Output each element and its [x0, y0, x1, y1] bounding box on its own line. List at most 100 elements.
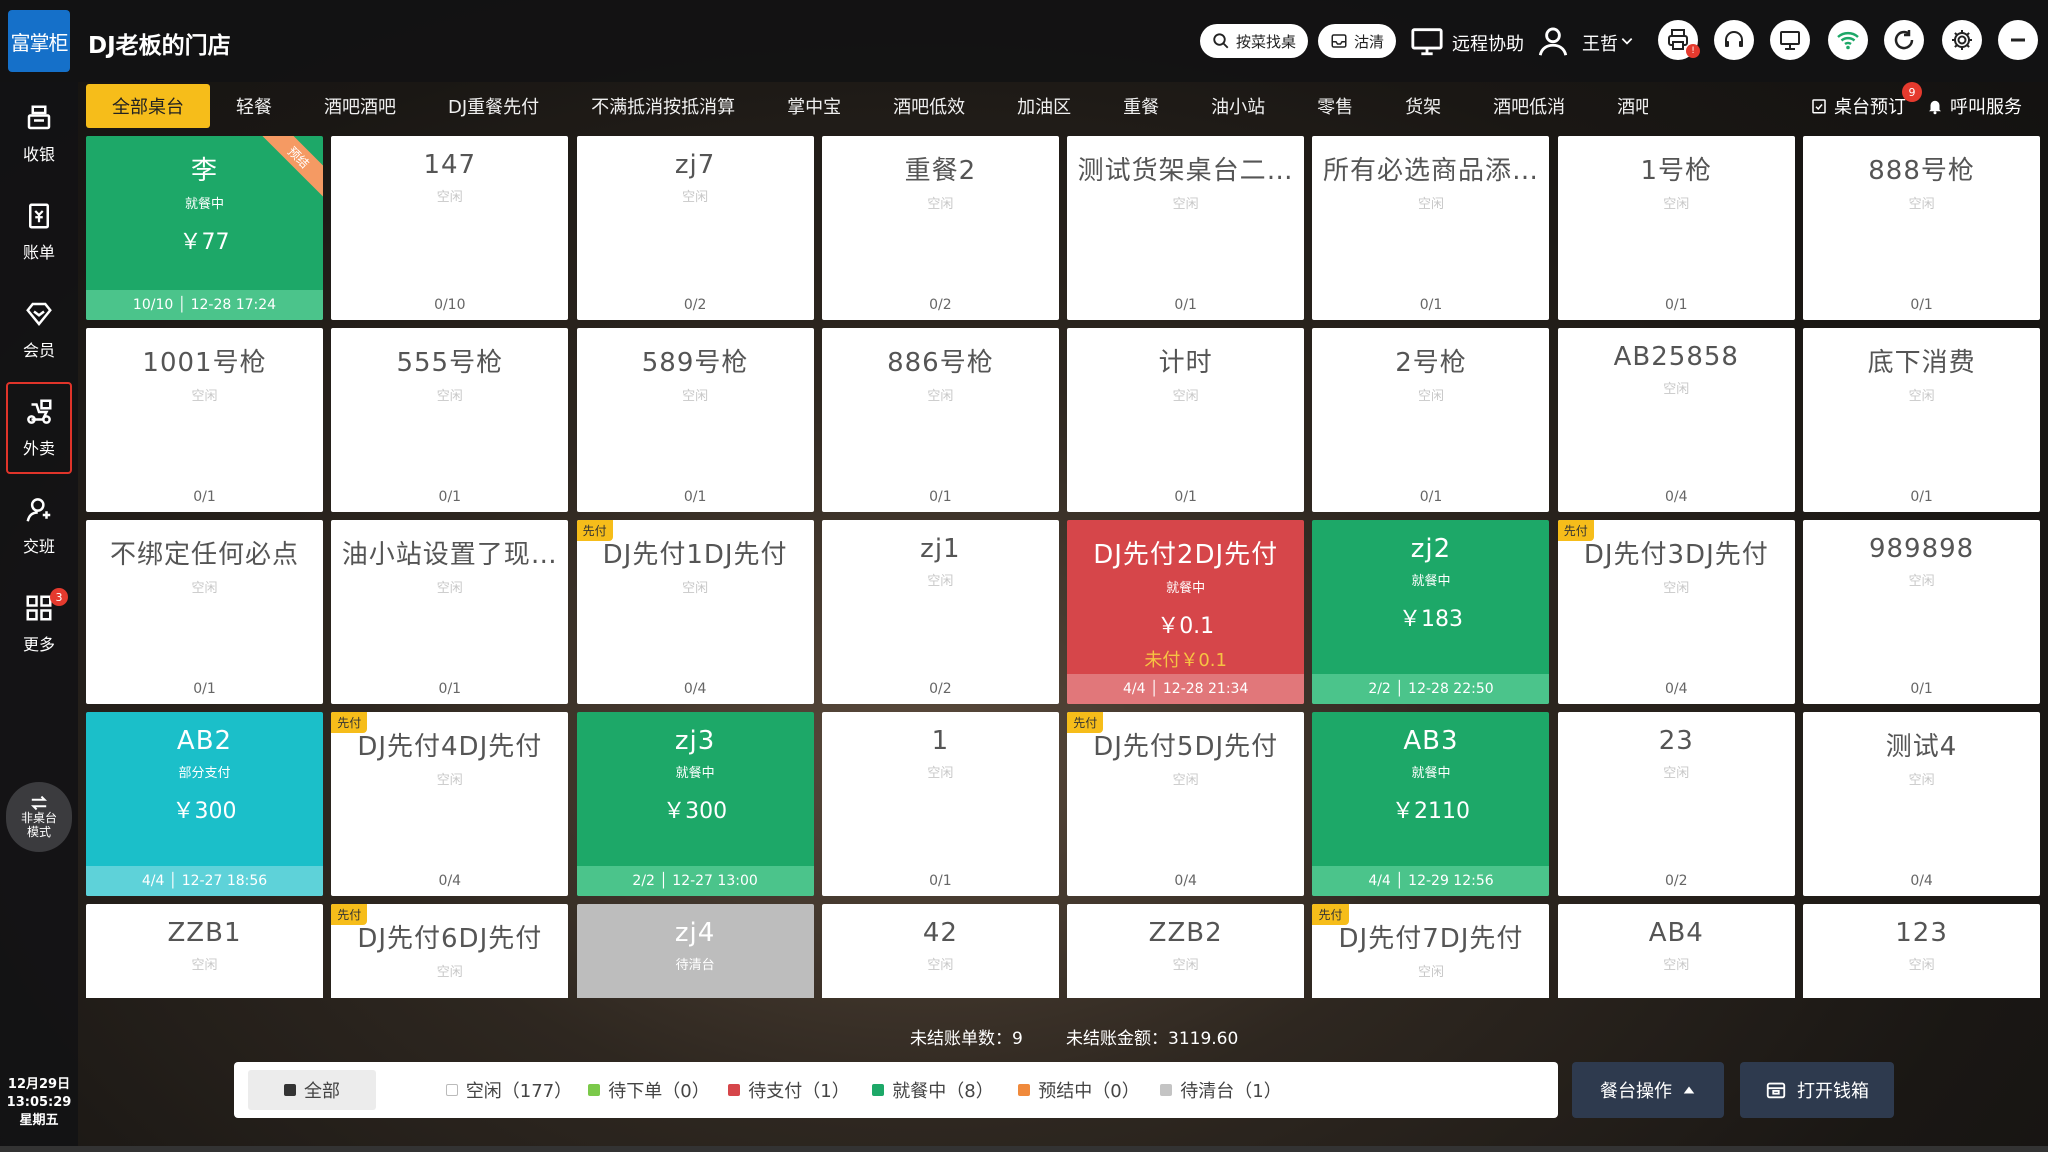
- table-name: 42: [922, 918, 958, 948]
- filter-3[interactable]: 待支付（1）: [714, 1070, 864, 1110]
- remote-assist-link[interactable]: 远程协助: [1452, 30, 1524, 56]
- table-card[interactable]: 589号枪 空闲 0/1: [576, 328, 814, 512]
- minimize-button[interactable]: [1998, 20, 2038, 60]
- table-guests-time: 0/10: [434, 297, 466, 313]
- table-card[interactable]: zj1 空闲 0/2: [821, 520, 1059, 704]
- filter-4[interactable]: 就餐中（8）: [858, 1070, 1008, 1110]
- table-card[interactable]: 测试4 空闲 0/4: [1803, 712, 2041, 896]
- tab-0[interactable]: 全部桌台: [86, 84, 210, 128]
- tab-11[interactable]: 货架: [1379, 84, 1467, 128]
- table-card[interactable]: 不绑定任何必点 空闲 0/1: [86, 520, 323, 704]
- table-card[interactable]: 23 空闲 0/2: [1557, 712, 1795, 896]
- table-card[interactable]: 测试货架桌台二… 空闲 0/1: [1067, 136, 1305, 320]
- table-card[interactable]: AB25858 空闲 0/4: [1557, 328, 1795, 512]
- table-card[interactable]: 底下消费 空闲 0/1: [1803, 328, 2041, 512]
- sidebar-item-label: 收银: [22, 145, 55, 164]
- call-service-button[interactable]: 呼叫服务: [1926, 84, 2022, 128]
- table-card[interactable]: DJ先付5DJ先付 空闲 0/4 先付: [1067, 712, 1305, 896]
- table-guests-time: 0/1: [683, 489, 707, 505]
- table-card[interactable]: zj7 空闲 0/2: [576, 136, 814, 320]
- tab-5[interactable]: 掌中宝: [761, 84, 867, 128]
- table-card[interactable]: DJ先付2DJ先付 就餐中 ￥0.1 未付￥0.1 4/4 │ 12-28 21:34: [1067, 520, 1305, 704]
- sidebar-item-bills[interactable]: 账单: [6, 186, 72, 278]
- refresh-button[interactable]: [1884, 20, 1924, 60]
- tab-8[interactable]: 重餐: [1097, 84, 1185, 128]
- table-card[interactable]: AB3 就餐中 ￥2110 4/4 │ 12-29 12:56: [1312, 712, 1550, 896]
- table-card[interactable]: AB2 部分支付 ￥300 4/4 │ 12-27 18:56: [86, 712, 323, 896]
- support-button[interactable]: [1714, 20, 1754, 60]
- table-guests-time: 0/1: [193, 489, 216, 505]
- filter-label: 待下单（0）: [608, 1081, 710, 1102]
- sidebar-item-cashier[interactable]: 收银: [6, 88, 72, 180]
- table-card[interactable]: 42 空闲: [821, 904, 1059, 998]
- table-card[interactable]: DJ先付3DJ先付 空闲 0/4 先付: [1557, 520, 1795, 704]
- filter-2[interactable]: 待下单（0）: [574, 1070, 724, 1110]
- clean-button[interactable]: 沽清: [1318, 24, 1397, 58]
- tab-6[interactable]: 酒吧低效: [867, 84, 991, 128]
- table-card[interactable]: 147 空闲 0/10: [331, 136, 569, 320]
- table-card[interactable]: DJ先付4DJ先付 空闲 0/4 先付: [331, 712, 569, 896]
- table-status: 空闲: [1663, 766, 1690, 781]
- table-card[interactable]: 重餐2 空闲 0/2: [821, 136, 1059, 320]
- open-cashbox-button[interactable]: 打开钱箱: [1740, 1062, 1894, 1118]
- table-card[interactable]: 555号枪 空闲 0/1: [331, 328, 569, 512]
- table-card[interactable]: 李就餐中 ￥77 10/10 │ 12-28 17:24 预结: [86, 136, 323, 320]
- tab-1[interactable]: 轻餐: [210, 84, 298, 128]
- table-card[interactable]: zj4 待清台: [576, 904, 814, 998]
- table-card[interactable]: DJ先付1DJ先付 空闲 0/4 先付: [576, 520, 814, 704]
- user-name[interactable]: 王哲: [1582, 30, 1618, 56]
- table-card[interactable]: 888号枪 空闲 0/1: [1803, 136, 2041, 320]
- sidebar-item-more[interactable]: 更多 3: [6, 578, 72, 670]
- tab-3[interactable]: DJ重餐先付: [422, 84, 565, 128]
- search-dish-button[interactable]: 按菜找桌: [1200, 24, 1309, 58]
- headset-icon: [1725, 31, 1743, 47]
- table-card[interactable]: 计时 空闲 0/1: [1067, 328, 1305, 512]
- table-card[interactable]: 1 空闲 0/1: [821, 712, 1059, 896]
- table-guests-time: 0/1: [1910, 297, 1933, 313]
- table-card[interactable]: 2号枪 空闲 0/1: [1312, 328, 1550, 512]
- wifi-button[interactable]: [1828, 20, 1868, 60]
- tab-9[interactable]: 油小站: [1185, 84, 1291, 128]
- store-name: DJ老板的门店: [88, 33, 231, 59]
- table-card[interactable]: ZZB1 空闲: [86, 904, 323, 998]
- table-card[interactable]: 886号枪 空闲 0/1: [821, 328, 1059, 512]
- bottom-edge: [0, 1146, 2048, 1152]
- reserve-button[interactable]: 桌台预订 9: [1810, 82, 1922, 128]
- sidebar-item-delivery[interactable]: 外卖: [6, 382, 72, 474]
- table-name: 测试4: [1885, 732, 1958, 762]
- sidebar-item-shift[interactable]: 交班: [6, 480, 72, 572]
- table-card[interactable]: 123 空闲: [1803, 904, 2041, 998]
- table-card[interactable]: 1001号枪 空闲 0/1: [86, 328, 323, 512]
- tab-13[interactable]: 酒吧无论: [1591, 84, 1648, 128]
- screen-button[interactable]: [1770, 20, 1810, 60]
- tab-7[interactable]: 加油区: [991, 84, 1097, 128]
- table-card[interactable]: DJ先付6DJ先付 空闲 先付: [331, 904, 569, 998]
- filter-0[interactable]: 全部: [248, 1070, 376, 1110]
- chevron-down-icon[interactable]: [1620, 34, 1634, 48]
- tabs-scroll[interactable]: 全部桌台 轻餐 酒吧酒吧 DJ重餐先付 不满抵消按抵消算 掌中宝 酒吧低效 加油区 重餐 油小站零…: [86, 84, 1648, 128]
- printer-button[interactable]: !: [1658, 20, 1700, 60]
- table-guests-time: 0/2: [683, 297, 707, 313]
- table-card[interactable]: DJ先付7DJ先付 空闲 先付: [1312, 904, 1550, 998]
- filter-6[interactable]: 待清台（1）: [1146, 1070, 1296, 1110]
- non-table-mode-button[interactable]: 非桌台模式: [6, 782, 72, 852]
- table-card[interactable]: 油小站设置了现… 空闲 0/1: [331, 520, 569, 704]
- filter-1[interactable]: 空闲（177）: [434, 1070, 584, 1110]
- settings-button[interactable]: [1942, 20, 1982, 60]
- tab-2[interactable]: 酒吧酒吧: [298, 84, 422, 128]
- tab-10[interactable]: 零售: [1291, 84, 1379, 128]
- table-card[interactable]: AB4 空闲: [1557, 904, 1795, 998]
- filter-5[interactable]: 预结中（0）: [1004, 1070, 1154, 1110]
- table-card[interactable]: 1号枪 空闲 0/1: [1557, 136, 1795, 320]
- table-card[interactable]: zj2 就餐中 ￥183 2/2 │ 12-28 22:50: [1312, 520, 1550, 704]
- table-card[interactable]: ZZB2 空闲: [1067, 904, 1305, 998]
- table-status: 空闲: [927, 389, 954, 404]
- tab-4[interactable]: 不满抵消按抵消算: [565, 84, 761, 128]
- tab-12[interactable]: 酒吧低消: [1467, 84, 1591, 128]
- table-card[interactable]: 所有必选商品添… 空闲 0/1: [1312, 136, 1550, 320]
- table-guests-time: 0/1: [438, 681, 462, 697]
- sidebar-item-member[interactable]: 会员: [6, 284, 72, 376]
- table-card[interactable]: 989898 空闲 0/1: [1803, 520, 2041, 704]
- table-ops-button[interactable]: 餐台操作: [1572, 1062, 1724, 1118]
- table-card[interactable]: zj3 就餐中 ￥300 2/2 │ 12-27 13:00: [576, 712, 814, 896]
